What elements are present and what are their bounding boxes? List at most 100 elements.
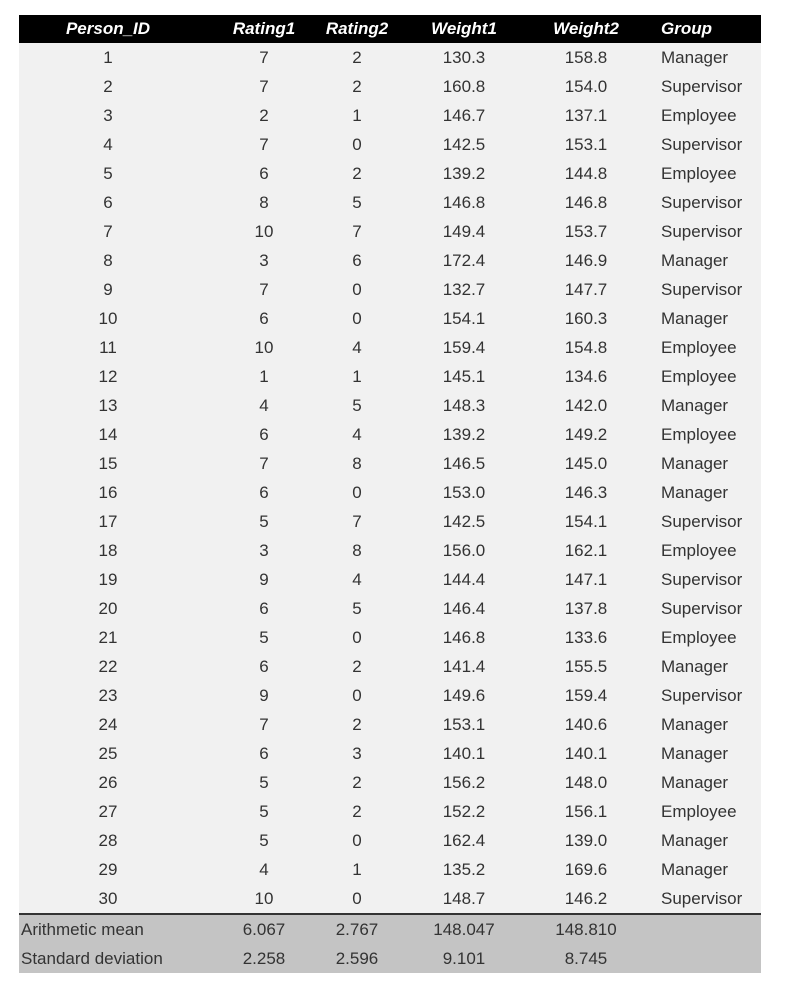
cell-group: Supervisor	[661, 686, 743, 705]
cell-person-id: 1	[103, 48, 113, 67]
cell-weight2: 154.0	[564, 77, 608, 96]
cell-group: Employee	[661, 106, 737, 125]
cell-weight1: 149.4	[442, 222, 486, 241]
table-row: 15 7 8 146.5 145.0 Manager	[19, 449, 761, 478]
summary-row-stddev: Standard deviation 2.258 2.596 9.101 8.745	[19, 944, 761, 973]
cell-weight2: 153.7	[564, 222, 608, 241]
cell-group: Manager	[661, 483, 729, 502]
table-row: 30 10 0 148.7 146.2 Supervisor	[19, 884, 761, 915]
cell-person-id: 13	[98, 396, 118, 415]
cell-weight2: 149.2	[564, 425, 608, 444]
cell-rating1: 7	[259, 135, 269, 154]
cell-group: Manager	[661, 657, 729, 676]
cell-weight1: 146.4	[442, 599, 486, 618]
cell-group: Supervisor	[661, 77, 743, 96]
cell-rating1: 6	[259, 483, 269, 502]
table-row: 12 1 1 145.1 134.6 Employee	[19, 362, 761, 391]
cell-weight1: 139.2	[442, 425, 486, 444]
table-row: 9 7 0 132.7 147.7 Supervisor	[19, 275, 761, 304]
table-row: 17 5 7 142.5 154.1 Supervisor	[19, 507, 761, 536]
table-summary: Arithmetic mean 6.067 2.767 148.047 148.810 S…	[19, 914, 761, 973]
cell-rating2: 1	[352, 106, 362, 125]
cell-rating1: 10	[254, 338, 274, 357]
cell-person-id: 27	[98, 802, 118, 821]
cell-rating1: 5	[259, 512, 269, 531]
cell-weight2: 154.1	[564, 512, 608, 531]
cell-weight1: 146.7	[442, 106, 486, 125]
cell-person-id: 20	[98, 599, 118, 618]
cell-weight1: 149.6	[442, 686, 486, 705]
cell-weight1: 148.3	[442, 396, 486, 415]
summary-group-empty	[647, 944, 761, 973]
cell-rating1: 7	[259, 715, 269, 734]
cell-weight1: 141.4	[442, 657, 486, 676]
cell-rating2: 2	[352, 657, 362, 676]
cell-rating1: 5	[259, 802, 269, 821]
cell-weight1: 160.8	[442, 77, 486, 96]
cell-group: Manager	[661, 48, 729, 67]
cell-rating2: 2	[352, 77, 362, 96]
cell-weight2: 160.3	[564, 309, 608, 328]
header-weight1: Weight1	[431, 19, 497, 38]
cell-group: Supervisor	[661, 512, 743, 531]
cell-weight1: 172.4	[442, 251, 486, 270]
cell-weight2: 147.1	[564, 570, 608, 589]
cell-weight2: 134.6	[564, 367, 608, 386]
cell-rating1: 10	[217, 884, 311, 915]
cell-weight1: 139.2	[442, 164, 486, 183]
summary-weight1: 148.047	[433, 920, 495, 939]
cell-person-id: 19	[98, 570, 118, 589]
cell-group: Manager	[661, 454, 729, 473]
cell-rating1: 3	[259, 251, 269, 270]
cell-person-id: 4	[103, 135, 113, 154]
cell-group: Manager	[661, 309, 729, 328]
cell-rating2: 2	[352, 48, 362, 67]
table-row: 21 5 0 146.8 133.6 Employee	[19, 623, 761, 652]
table-row: 22 6 2 141.4 155.5 Manager	[19, 652, 761, 681]
cell-group: Manager	[661, 396, 729, 415]
summary-rating1: 2.258	[242, 949, 286, 968]
cell-weight1: 140.1	[442, 744, 486, 763]
table-row: 23 9 0 149.6 159.4 Supervisor	[19, 681, 761, 710]
cell-weight2: 133.6	[564, 628, 608, 647]
cell-rating1: 6	[259, 657, 269, 676]
cell-person-id: 12	[98, 367, 118, 386]
data-table: Person_ID Rating1 Rating2 Weight1 Weight…	[19, 15, 761, 973]
cell-rating2: 8	[352, 454, 362, 473]
table-row: 4 7 0 142.5 153.1 Supervisor	[19, 130, 761, 159]
cell-rating2: 0	[352, 628, 362, 647]
table-row: 24 7 2 153.1 140.6 Manager	[19, 710, 761, 739]
cell-group: Manager	[661, 744, 729, 763]
summary-weight2: 148.810	[555, 920, 617, 939]
table-row: 2 7 2 160.8 154.0 Supervisor	[19, 72, 761, 101]
cell-group: Employee	[661, 628, 737, 647]
cell-rating1: 7	[259, 77, 269, 96]
cell-group: Supervisor	[661, 135, 743, 154]
cell-group: Supervisor	[647, 884, 761, 915]
table-row: 13 4 5 148.3 142.0 Manager	[19, 391, 761, 420]
cell-weight2: 140.6	[564, 715, 608, 734]
cell-group: Manager	[661, 773, 729, 792]
cell-rating2: 0	[352, 280, 362, 299]
table-row: 6 8 5 146.8 146.8 Supervisor	[19, 188, 761, 217]
cell-weight2: 145.0	[564, 454, 608, 473]
cell-weight1: 146.8	[442, 628, 486, 647]
cell-rating1: 9	[259, 570, 269, 589]
cell-person-id: 30	[19, 884, 217, 915]
cell-weight1: 159.4	[442, 338, 486, 357]
table-row: 7 10 7 149.4 153.7 Supervisor	[19, 217, 761, 246]
summary-rating1: 6.067	[242, 920, 286, 939]
cell-weight1: 145.1	[442, 367, 486, 386]
cell-weight1: 156.2	[442, 773, 486, 792]
cell-rating1: 6	[259, 425, 269, 444]
cell-rating1: 3	[259, 541, 269, 560]
cell-person-id: 2	[103, 77, 113, 96]
cell-group: Supervisor	[661, 599, 743, 618]
cell-group: Employee	[661, 367, 737, 386]
cell-rating1: 5	[259, 628, 269, 647]
cell-weight2: 137.1	[564, 106, 608, 125]
cell-person-id: 26	[98, 773, 118, 792]
cell-person-id: 22	[98, 657, 118, 676]
cell-person-id: 29	[98, 860, 118, 879]
header-person-id: Person_ID	[65, 19, 151, 38]
